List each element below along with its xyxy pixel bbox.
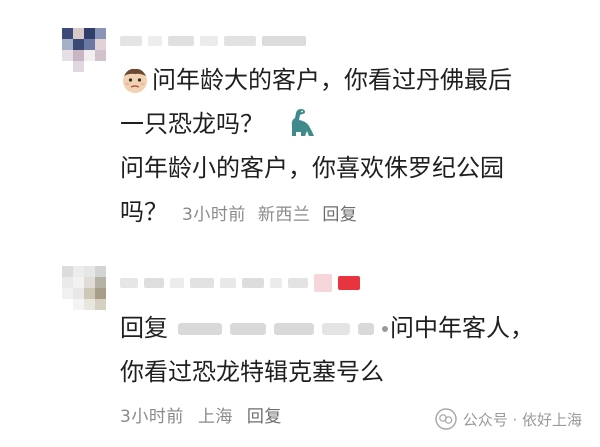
avatar[interactable] (62, 28, 106, 72)
comment-meta: 3小时前 上海 回复 (120, 402, 296, 427)
watermark-text: 公众号 · 依好上海 (462, 410, 582, 429)
timestamp: 3小时前 (120, 407, 184, 427)
comment-body: 问年龄大的客户，你看过丹佛最后 一只恐龙吗？ 问年龄小的客户，你喜欢侏罗纪公园 … (120, 58, 580, 237)
location: 新西兰 (257, 205, 311, 225)
comment-text-line: 问年龄大的客户，你看过丹佛最后 (152, 66, 512, 94)
reply-button[interactable]: 回复 (322, 205, 357, 225)
comment-text-line: 问年龄小的客户，你喜欢侏罗纪公园 (120, 154, 504, 182)
comment-text-line: 一只恐龙吗？ (120, 110, 264, 138)
face-emoji-icon (123, 68, 147, 93)
reply-prefix: 回复 (120, 314, 168, 342)
comment-text-line: 问中年客人， (390, 314, 534, 342)
wechat-official-account-icon (434, 408, 457, 430)
dinosaur-icon (291, 109, 314, 136)
username-redacted[interactable] (120, 30, 306, 52)
comment-body: 回复 问中年客人， 你看过恐龙特辑克塞号么 (120, 306, 580, 394)
avatar[interactable] (62, 266, 106, 310)
username-redacted[interactable] (120, 272, 360, 294)
location: 上海 (197, 407, 233, 427)
watermark: 公众号 · 依好上海 (434, 408, 582, 430)
mention-redacted[interactable] (178, 323, 388, 335)
comment-text-line: 你看过恐龙特辑克塞号么 (120, 358, 384, 386)
comment-text-line: 吗？ (120, 198, 168, 226)
comment-meta: 3小时前 新西兰 回复 (182, 205, 369, 225)
timestamp: 3小时前 (182, 205, 246, 225)
reply-button[interactable]: 回复 (247, 407, 282, 427)
